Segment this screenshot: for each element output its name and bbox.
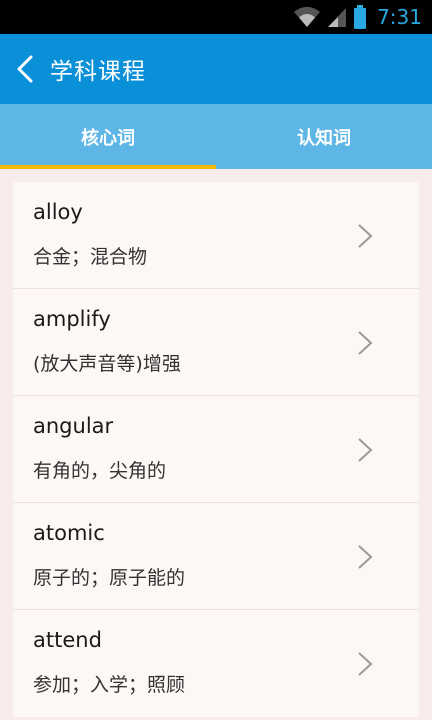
word-list: alloy 合金；混合物 amplify (放大声音等)增强 angular 有… <box>13 182 419 717</box>
chevron-right-icon <box>358 652 373 676</box>
status-bar: 7:31 <box>0 0 432 34</box>
tab-bar: 核心词 认知词 <box>0 104 432 169</box>
back-button[interactable] <box>0 34 50 104</box>
list-item[interactable]: angular 有角的，尖角的 <box>13 396 419 503</box>
word-text: amplify <box>33 307 111 331</box>
list-item[interactable]: alloy 合金；混合物 <box>13 182 419 289</box>
signal-icon <box>328 8 347 27</box>
word-meaning: 原子的；原子能的 <box>33 567 186 589</box>
word-meaning: 有角的，尖角的 <box>33 460 167 482</box>
wifi-icon <box>294 6 321 27</box>
list-item[interactable]: attend 参加；入学；照顾 <box>13 610 419 717</box>
word-meaning: 合金；混合物 <box>33 246 148 268</box>
word-meaning: (放大声音等)增强 <box>33 353 181 375</box>
chevron-right-icon <box>358 545 373 569</box>
chevron-right-icon <box>358 438 373 462</box>
chevron-right-icon <box>358 331 373 355</box>
page-title: 学科课程 <box>50 59 146 85</box>
word-text: atomic <box>33 521 105 545</box>
status-icons: 7:31 <box>293 4 422 30</box>
word-text: attend <box>33 628 102 652</box>
status-time: 7:31 <box>377 5 422 29</box>
list-item[interactable]: atomic 原子的；原子能的 <box>13 503 419 610</box>
word-text: angular <box>33 414 114 438</box>
chevron-left-icon <box>17 55 33 83</box>
battery-icon <box>354 5 367 29</box>
chevron-right-icon <box>358 224 373 248</box>
tab-core-words[interactable]: 核心词 <box>0 104 216 169</box>
word-meaning: 参加；入学；照顾 <box>33 674 186 696</box>
app-bar: 学科课程 <box>0 34 432 104</box>
list-item[interactable]: amplify (放大声音等)增强 <box>13 289 419 396</box>
word-text: alloy <box>33 200 83 224</box>
tab-recognition-words[interactable]: 认知词 <box>216 104 432 169</box>
